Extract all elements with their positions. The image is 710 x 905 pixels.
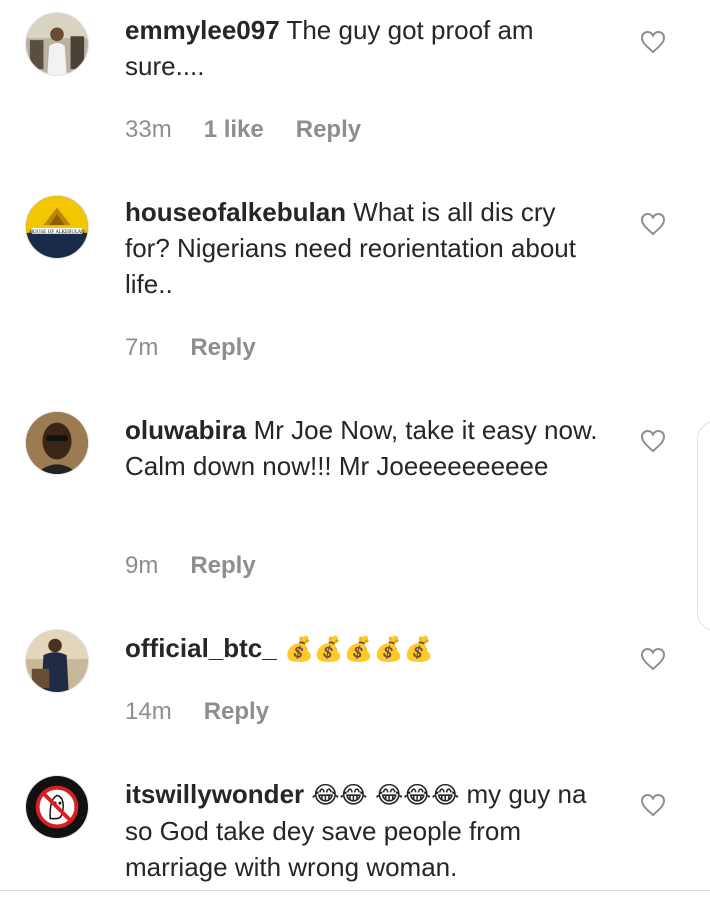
comment-time: 7m [125, 334, 159, 361]
avatar[interactable]: HOUSE OF ALKEBULAN [25, 195, 89, 259]
comment-username[interactable]: emmylee097 [125, 15, 280, 45]
comment-emoji: 😂😂 😂😂😂 [311, 781, 460, 809]
comment-text: oluwabira Mr Joe Now, take it easy now. … [125, 412, 605, 484]
comment-meta: 33m 1 like Reply [125, 116, 361, 144]
comment-meta: 14m Reply [125, 698, 269, 726]
comment-likes[interactable]: 1 like [204, 116, 264, 144]
comment-time: 9m [125, 552, 159, 579]
reply-button[interactable]: Reply [190, 552, 255, 580]
reply-button[interactable]: Reply [190, 334, 255, 362]
comment-username[interactable]: official_btc_ [125, 633, 277, 663]
scroll-indicator[interactable] [697, 420, 710, 632]
comment-meta: 9m Reply [125, 552, 256, 580]
comment-body: 💰💰💰💰💰 [283, 635, 434, 663]
comment-text: emmylee097 The guy got proof am sure.... [125, 12, 605, 84]
avatar[interactable] [25, 12, 89, 76]
comment-text: itswillywonder 😂😂 😂😂😂 my guy na so God t… [125, 776, 605, 885]
avatar[interactable] [25, 775, 89, 839]
avatar[interactable] [25, 629, 89, 693]
comment-text: houseofalkebulan What is all dis cry for… [125, 194, 605, 302]
heart-outline-icon[interactable] [640, 647, 666, 671]
comment-text: official_btc_ 💰💰💰💰💰 [125, 630, 605, 667]
heart-outline-icon[interactable] [640, 429, 666, 453]
comment-time: 14m [125, 698, 172, 725]
reply-button[interactable]: Reply [296, 116, 361, 144]
comment-time: 33m [125, 116, 172, 143]
comment-username[interactable]: itswillywonder [125, 779, 304, 809]
avatar[interactable] [25, 411, 89, 475]
comment-username[interactable]: oluwabira [125, 415, 246, 445]
comment-meta: 7m Reply [125, 334, 256, 362]
heart-outline-icon[interactable] [640, 212, 666, 236]
svg-text:HOUSE OF ALKEBULAN: HOUSE OF ALKEBULAN [29, 230, 85, 235]
heart-outline-icon[interactable] [640, 30, 666, 54]
reply-button[interactable]: Reply [204, 698, 269, 726]
divider [0, 890, 710, 891]
comment-username[interactable]: houseofalkebulan [125, 197, 346, 227]
heart-outline-icon[interactable] [640, 793, 666, 817]
